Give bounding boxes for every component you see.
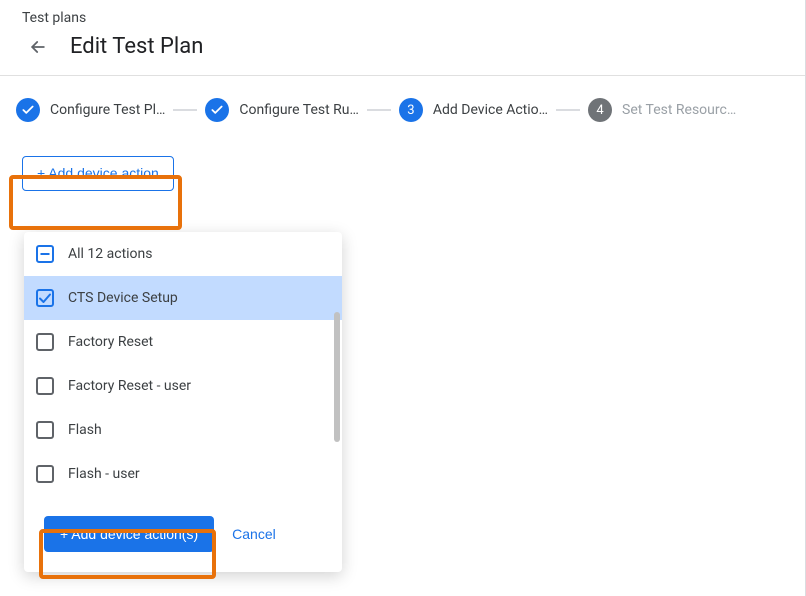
page-header: Test plans Edit Test Plan	[0, 0, 806, 76]
step-number: 3	[399, 98, 423, 122]
list-item[interactable]: Flash - user	[24, 452, 342, 496]
popup-footer: + Add device action(s) Cancel	[24, 496, 342, 572]
step-connector	[556, 109, 580, 111]
scrollbar-thumb[interactable]	[334, 312, 340, 442]
list-item[interactable]: Factory Reset - user	[24, 364, 342, 408]
select-all-row[interactable]: All 12 actions	[24, 232, 342, 276]
step-add-device-actions[interactable]: 3 Add Device Actio…	[399, 98, 548, 122]
step-connector	[173, 109, 197, 111]
add-device-action-button[interactable]: + Add device action	[22, 156, 174, 191]
device-action-picker: All 12 actions CTS Device Setup Factory …	[24, 232, 342, 572]
back-arrow-icon[interactable]	[26, 35, 50, 59]
list-item-label: CTS Device Setup	[68, 290, 178, 306]
check-icon	[205, 98, 229, 122]
list-item-label: Flash - user	[68, 466, 140, 482]
step-number: 4	[588, 98, 612, 122]
device-action-list: All 12 actions CTS Device Setup Factory …	[24, 232, 342, 496]
list-item[interactable]: Flash	[24, 408, 342, 452]
checkbox-indeterminate-icon	[36, 245, 54, 263]
select-all-label: All 12 actions	[68, 246, 153, 262]
list-item-label: Factory Reset - user	[68, 378, 191, 394]
step-label: Add Device Actio…	[433, 102, 548, 118]
checkbox-unchecked-icon	[36, 465, 54, 483]
checkbox-unchecked-icon	[36, 377, 54, 395]
step-label: Set Test Resourc…	[622, 102, 736, 118]
step-configure-test-run[interactable]: Configure Test Ru…	[205, 98, 359, 122]
list-item[interactable]: CTS Device Setup	[24, 276, 342, 320]
breadcrumb[interactable]: Test plans	[20, 10, 786, 26]
step-set-test-resources: 4 Set Test Resourc…	[588, 98, 736, 122]
checkbox-unchecked-icon	[36, 333, 54, 351]
step-configure-test-plan[interactable]: Configure Test Pl…	[16, 98, 165, 122]
checkbox-checked-icon	[36, 289, 54, 307]
list-item[interactable]: Factory Reset	[24, 320, 342, 364]
step-label: Configure Test Ru…	[239, 102, 359, 118]
check-icon	[16, 98, 40, 122]
list-item-label: Flash	[68, 422, 102, 438]
page-title: Edit Test Plan	[70, 34, 203, 59]
step-label: Configure Test Pl…	[50, 102, 165, 118]
checkbox-unchecked-icon	[36, 421, 54, 439]
stepper: Configure Test Pl… Configure Test Ru… 3 …	[0, 76, 806, 122]
step-connector	[367, 109, 391, 111]
list-item-label: Factory Reset	[68, 334, 153, 350]
add-device-actions-confirm-button[interactable]: + Add device action(s)	[44, 516, 214, 552]
cancel-button[interactable]: Cancel	[232, 526, 276, 542]
